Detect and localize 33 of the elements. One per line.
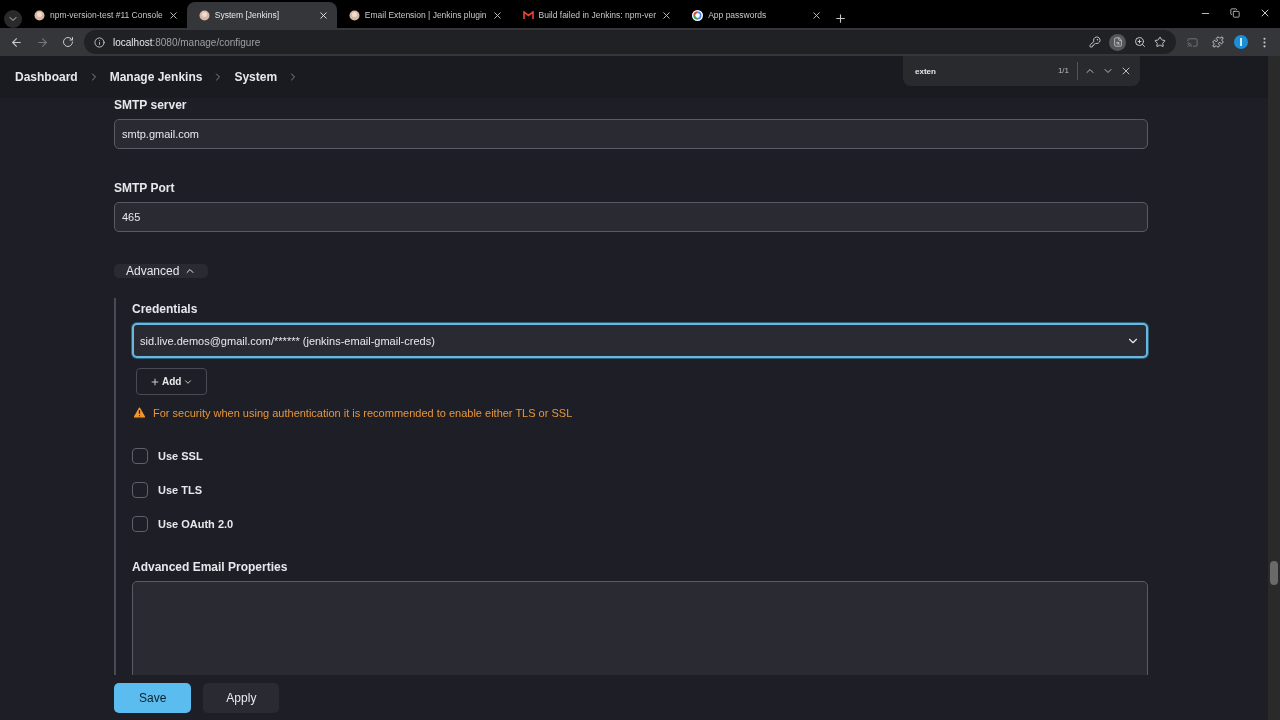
address-host: localhost	[113, 36, 153, 48]
checkbox-label: Use OAuth 2.0	[158, 518, 234, 530]
smtp-server-field[interactable]: smtp.gmail.com	[114, 119, 1148, 149]
apply-button[interactable]: Apply	[203, 682, 280, 713]
field-label: SMTP server	[114, 98, 188, 112]
credentials-select[interactable]: sid.live.demos@gmail.com/****** (jenkins-email-gmail-creds)	[132, 323, 1148, 358]
checkbox-label: Use SSL	[158, 450, 203, 462]
tab-title: Build failed in Jenkins: npm-ver	[538, 10, 657, 20]
tab-title: System [Jenkins]	[214, 10, 280, 20]
browser-tab[interactable]: System [Jenkins]	[186, 2, 337, 28]
breadcrumb-link[interactable]: Manage Jenkins	[109, 70, 203, 84]
save-button[interactable]: Save	[114, 682, 192, 713]
breadcrumb-link[interactable]: System	[234, 70, 278, 84]
field-label: SMTP Port	[114, 181, 176, 195]
find-query[interactable]: exten	[915, 66, 1052, 76]
checkbox-label: Use TLS	[158, 484, 202, 496]
add-button[interactable]: Add	[136, 368, 208, 395]
browser-tab[interactable]: Email Extension | Jenkins plugin	[336, 2, 511, 28]
address-path: :8080/manage/configure	[152, 36, 261, 48]
field-label: Advanced Email Properties	[132, 560, 289, 574]
field-label: Credentials	[132, 302, 199, 316]
warning-message: For security when using authentication it is recommended to enable either TLS or SSL	[153, 406, 573, 419]
browser-tab[interactable]: App passwords	[680, 2, 831, 28]
tab-title: App passwords	[708, 10, 768, 20]
smtp-port-field[interactable]: 465	[114, 202, 1148, 232]
tab-title: Email Extension | Jenkins plugin	[364, 10, 487, 20]
advanced-button[interactable]: Advanced	[114, 264, 209, 278]
address-bar[interactable]: localhost:8080/manage/configure	[84, 30, 1176, 54]
browser-tab[interactable]: Build failed in Jenkins: npm-ver	[510, 2, 681, 28]
tab-title: npm-version-test #11 Console	[50, 10, 163, 20]
browser-tab[interactable]: npm-version-test #11 Console	[22, 2, 187, 28]
breadcrumb-link[interactable]: Dashboard	[15, 70, 78, 84]
find-count: 1/1	[1057, 62, 1078, 80]
